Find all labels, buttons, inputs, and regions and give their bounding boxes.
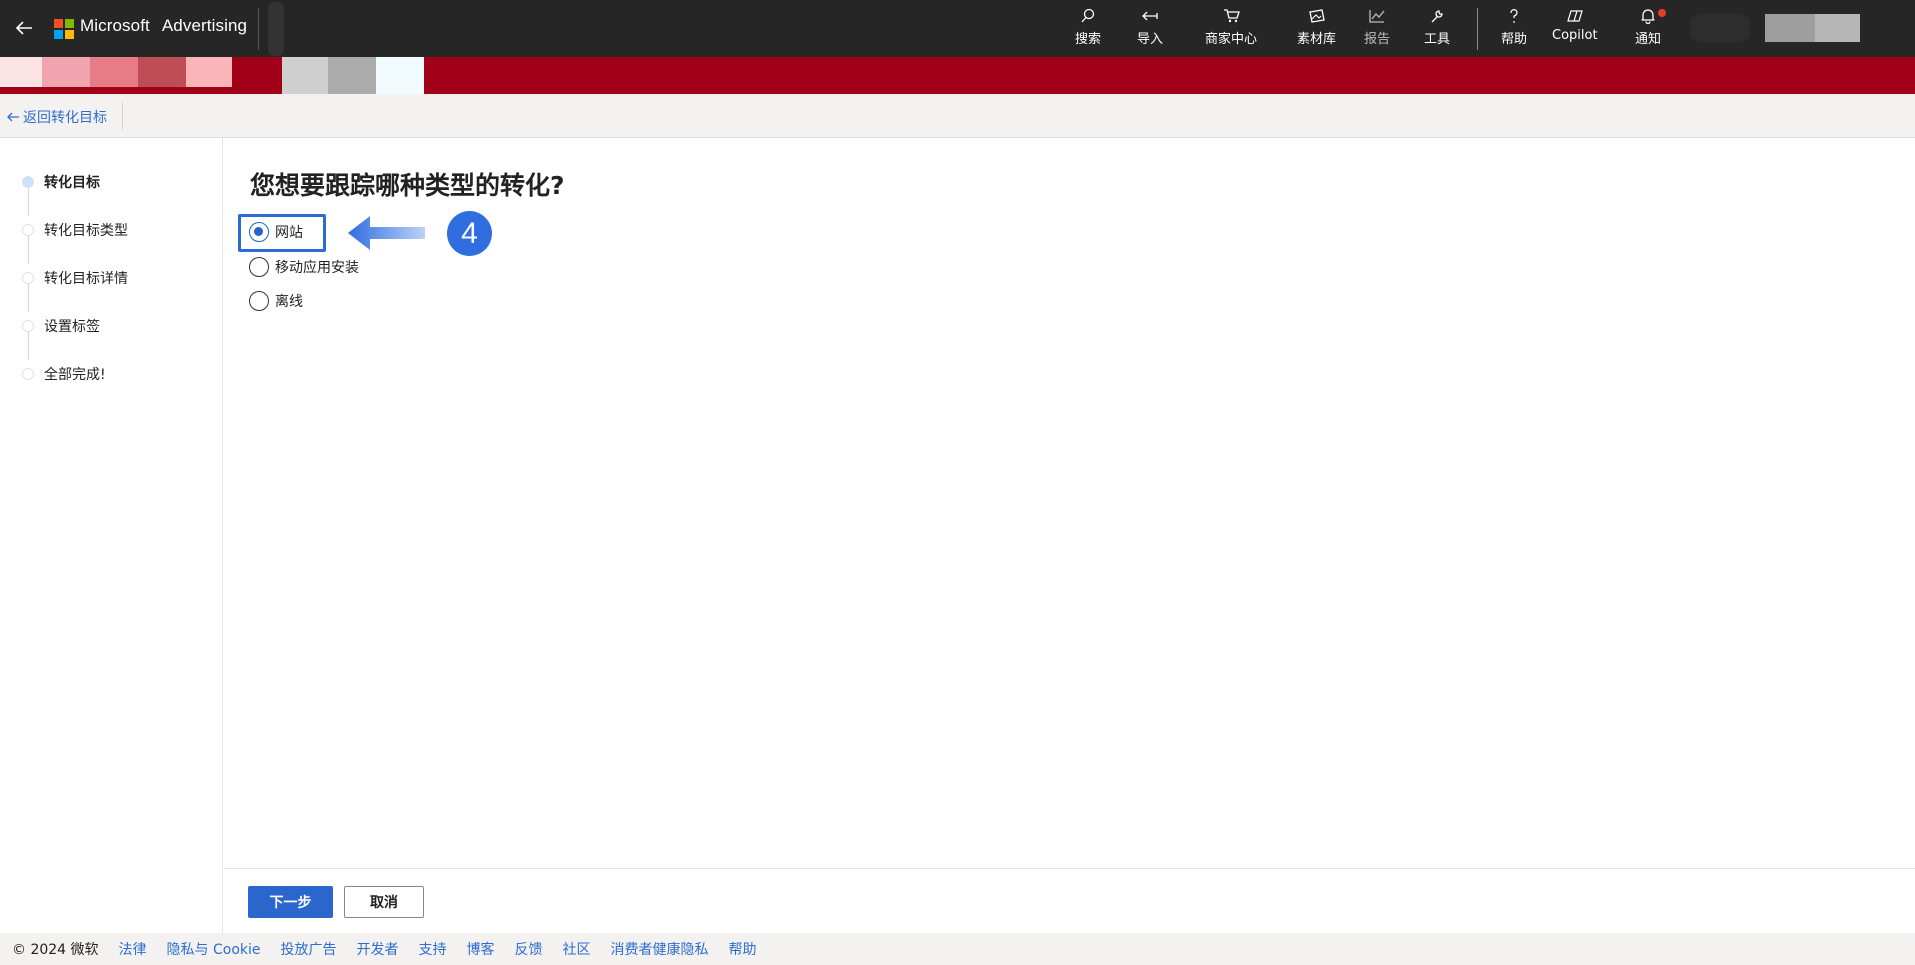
nav-merchant-center[interactable]: 商家中心 — [1205, 8, 1257, 52]
footer-link-developers[interactable]: 开发者 — [357, 939, 399, 959]
redacted-avatar[interactable] — [1690, 14, 1750, 42]
search-icon — [1081, 8, 1095, 23]
redacted-account-name — [1765, 14, 1815, 42]
next-button[interactable]: 下一步 — [248, 886, 333, 918]
back-link-label: 返回转化目标 — [23, 110, 107, 126]
wizard-steps: 转化目标 转化目标类型 转化目标详情 设置标签 全部完成! — [0, 138, 223, 933]
nav-assets-label: 素材库 — [1297, 32, 1337, 47]
step-all-done[interactable]: 全部完成! — [22, 364, 106, 384]
footer-link-advertise[interactable]: 投放广告 — [281, 939, 337, 959]
footer-link-feedback[interactable]: 反馈 — [515, 939, 543, 959]
question-icon — [1510, 9, 1518, 23]
nav-copilot[interactable]: Copilot — [1552, 8, 1598, 52]
back-to-conversion-goals-link[interactable]: 返回转化目标 — [6, 107, 107, 127]
brand-title[interactable]: Microsoft Advertising — [80, 16, 247, 36]
redacted-banner-block — [376, 57, 424, 94]
nav-help[interactable]: 帮助 — [1501, 8, 1527, 52]
footer-link-consumer-health-privacy[interactable]: 消费者健康隐私 — [611, 939, 709, 959]
step-conversion-goal[interactable]: 转化目标 — [22, 172, 100, 192]
annotation-arrow-icon — [348, 216, 425, 250]
nav-notifications[interactable]: 通知 — [1635, 8, 1666, 52]
step-label: 设置标签 — [44, 319, 100, 335]
step-label: 转化目标 — [44, 175, 100, 191]
redacted-banner-block — [328, 57, 376, 94]
nav-merchant-label: 商家中心 — [1205, 32, 1258, 47]
nav-search-label: 搜索 — [1075, 32, 1102, 47]
step-label: 全部完成! — [44, 367, 106, 383]
radio-mobile-app[interactable] — [249, 257, 269, 277]
redacted-banner-block — [186, 57, 232, 87]
nav-reports[interactable]: 报告 — [1364, 8, 1390, 52]
page-title: 您想要跟踪哪种类型的转化? — [250, 171, 565, 200]
notice-banner — [0, 57, 1915, 94]
import-icon — [1142, 11, 1158, 21]
arrow-left-icon — [7, 112, 19, 122]
redacted-banner-block — [0, 57, 42, 87]
option-offline[interactable]: 离线 — [249, 291, 303, 311]
nav-asset-library[interactable]: 素材库 — [1297, 8, 1336, 52]
top-navigation-bar: Microsoft Advertising 搜索 导入 商家中心 素材库 报告 工… — [0, 0, 1915, 57]
site-footer: © 2024 微软 法律 隐私与 Cookie 投放广告 开发者 支持 博客 反… — [0, 933, 1915, 965]
nav-copilot-label: Copilot — [1552, 28, 1598, 43]
radio-website[interactable] — [249, 222, 269, 242]
nav-reports-label: 报告 — [1364, 32, 1391, 47]
redacted-account-id — [1815, 14, 1860, 42]
step-goal-type[interactable]: 转化目标类型 — [22, 220, 128, 240]
step-indicator — [22, 176, 34, 188]
nav-import[interactable]: 导入 — [1137, 8, 1163, 52]
option-website[interactable]: 网站 — [249, 222, 303, 242]
step-number-badge: 4 — [447, 211, 492, 256]
cart-icon — [1224, 9, 1240, 23]
option-label: 网站 — [275, 225, 303, 241]
notification-dot — [1658, 9, 1666, 17]
form-actions: 下一步 取消 — [224, 868, 1915, 933]
radio-offline[interactable] — [249, 291, 269, 311]
breadcrumb-divider — [122, 102, 123, 130]
footer-link-support[interactable]: 支持 — [419, 939, 447, 959]
copilot-icon — [1566, 10, 1583, 22]
chart-line-icon — [1369, 10, 1385, 23]
step-indicator — [22, 368, 34, 380]
redacted-banner-block — [90, 57, 138, 87]
footer-link-legal[interactable]: 法律 — [119, 939, 147, 959]
copyright-text: © 2024 微软 — [12, 942, 99, 958]
footer-link-help[interactable]: 帮助 — [729, 939, 757, 959]
step-indicator — [22, 320, 34, 332]
brand-microsoft: Microsoft — [80, 16, 150, 35]
nav-notify-label: 通知 — [1635, 32, 1662, 47]
step-indicator — [22, 272, 34, 284]
nav-import-label: 导入 — [1137, 32, 1164, 47]
nav-tools[interactable]: 工具 — [1424, 8, 1450, 52]
brand-divider — [258, 8, 259, 50]
brand-advertising: Advertising — [161, 16, 248, 35]
cancel-button[interactable]: 取消 — [344, 886, 424, 918]
option-label: 离线 — [275, 294, 303, 310]
redacted-banner-block — [138, 57, 186, 87]
redacted-account-selector[interactable] — [268, 2, 284, 56]
microsoft-logo-icon — [54, 19, 74, 39]
step-indicator — [22, 224, 34, 236]
step-label: 转化目标详情 — [44, 271, 128, 287]
breadcrumb-bar: 返回转化目标 — [0, 94, 1915, 138]
assets-icon — [1308, 9, 1325, 23]
step-setup-tag[interactable]: 设置标签 — [22, 316, 100, 336]
step-goal-details[interactable]: 转化目标详情 — [22, 268, 128, 288]
back-arrow-icon[interactable] — [12, 16, 36, 40]
nav-tools-label: 工具 — [1424, 32, 1451, 47]
option-mobile-app-install[interactable]: 移动应用安装 — [249, 257, 359, 277]
nav-help-label: 帮助 — [1501, 32, 1528, 47]
redacted-banner-block — [42, 57, 90, 87]
bell-icon — [1641, 9, 1655, 24]
nav-search[interactable]: 搜索 — [1075, 8, 1101, 52]
option-label: 移动应用安装 — [275, 260, 359, 276]
footer-link-privacy-cookie[interactable]: 隐私与 Cookie — [167, 939, 261, 959]
step-label: 转化目标类型 — [44, 223, 128, 239]
nav-divider — [1477, 8, 1478, 50]
footer-link-community[interactable]: 社区 — [563, 939, 591, 959]
footer-link-blog[interactable]: 博客 — [467, 939, 495, 959]
wrench-icon — [1431, 10, 1443, 23]
